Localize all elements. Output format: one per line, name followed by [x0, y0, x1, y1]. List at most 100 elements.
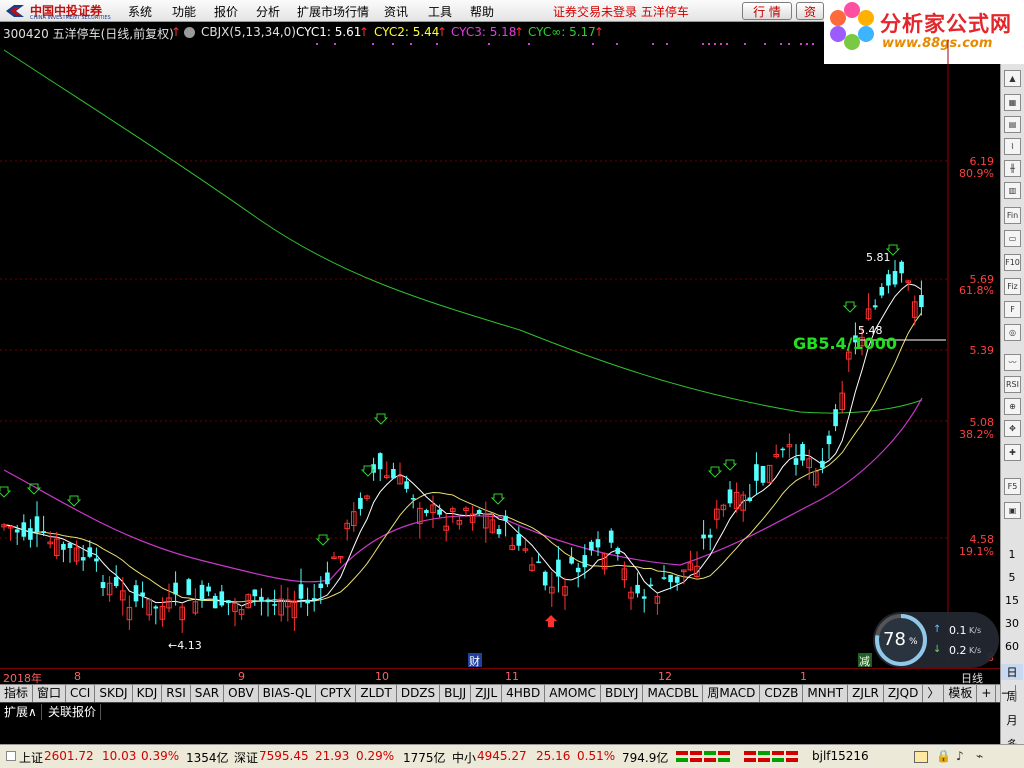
period-day[interactable]: 日	[1001, 664, 1023, 680]
f-icon[interactable]: F	[1004, 301, 1021, 318]
buy-arrow-icon	[66, 495, 82, 507]
network-speed-widget[interactable]: 78 % ↑ 0.1 K/s ↓ 0.2 K/s	[873, 612, 999, 668]
info-button[interactable]: 资	[796, 2, 824, 20]
network-icon[interactable]: ⌁	[976, 749, 983, 763]
candle-body	[226, 600, 231, 604]
indicator-tab-bar: 指标 窗口 CCI SKDJ KDJ RSI SAR OBV BIAS-QL CPTX ZLDT DD…	[0, 684, 1016, 702]
signal-dot	[744, 43, 746, 45]
doc-icon[interactable]: ▭	[1004, 230, 1021, 247]
indicator-tab-5[interactable]: RSI	[162, 685, 191, 702]
indicator-tab-23[interactable]: 〉	[923, 685, 945, 702]
fin-icon[interactable]: Fin	[1004, 207, 1021, 224]
axis-price-539: 5.39	[970, 344, 995, 357]
indicator-tab-1[interactable]: 窗口	[33, 685, 67, 702]
buy-arrow-icon	[490, 493, 506, 505]
chart-line-icon[interactable]: ⌇	[1004, 138, 1021, 155]
trade-login-status[interactable]: 证券交易未登录 五洋停车	[553, 3, 689, 20]
candle-body	[186, 579, 192, 595]
indicator-tab-16[interactable]: BDLYJ	[601, 685, 644, 702]
period-60min[interactable]: 60	[1001, 640, 1023, 653]
kline-icon[interactable]: ╫	[1004, 160, 1021, 177]
indicator-tab-7[interactable]: OBV	[224, 685, 259, 702]
menu-analysis[interactable]: 分析	[256, 3, 280, 20]
indicator-tab-19[interactable]: CDZB	[760, 685, 804, 702]
indicator-tab-4[interactable]: KDJ	[133, 685, 163, 702]
candle-body	[133, 585, 139, 602]
window-icon[interactable]: ▣	[1004, 502, 1021, 519]
indicator-tab-15[interactable]: AMOMC	[545, 685, 602, 702]
indicator-tab-14[interactable]: 4HBD	[502, 685, 546, 702]
sz-change: 21.93	[315, 749, 350, 763]
candle-body	[34, 516, 40, 532]
wave-icon[interactable]: 〰	[1004, 354, 1021, 371]
indicator-tab-13[interactable]: ZJJL	[471, 685, 503, 702]
menu-tools[interactable]: 工具	[428, 3, 452, 20]
period-month[interactable]: 月	[1001, 712, 1023, 728]
indicator-tab-2[interactable]: CCI	[66, 685, 96, 702]
menu-ext-market[interactable]: 扩展市场行情	[297, 3, 369, 20]
circle-icon[interactable]: ◎	[1004, 324, 1021, 341]
indicator-tab-17[interactable]: MACDBL	[643, 685, 704, 702]
fiz-icon[interactable]: Fiz	[1004, 278, 1021, 295]
settings-dot-icon[interactable]	[184, 27, 195, 38]
indicator-tab-9[interactable]: CPTX	[316, 685, 357, 702]
candle-body	[87, 547, 93, 557]
bars-icon[interactable]: ▥	[1004, 182, 1021, 199]
indicator-tab-21[interactable]: ZJLR	[848, 685, 884, 702]
quote-button[interactable]: 行 情	[742, 2, 792, 20]
status-menu-icon[interactable]	[6, 751, 16, 761]
indicator-tab-0[interactable]: 指标	[0, 685, 34, 702]
sh-value: 2601.72	[44, 749, 94, 763]
download-arrow-icon: ↓	[933, 644, 942, 655]
menu-function[interactable]: 功能	[172, 3, 196, 20]
zoom-icon[interactable]: ⊕	[1004, 398, 1021, 415]
kline-chart[interactable]: ←4.13 5.81 5.48 GB5.4/1000 财 减 6.19 80.9…	[0, 40, 1000, 668]
lock-icon[interactable]: 🔒	[936, 749, 951, 763]
indicator-tab-11[interactable]: DDZS	[397, 685, 441, 702]
f5-icon[interactable]: F5	[1004, 478, 1021, 495]
rsi-icon[interactable]: RSI	[1004, 376, 1021, 393]
cross-icon[interactable]: ✚	[1004, 444, 1021, 461]
candle-body	[94, 558, 99, 562]
menu-system[interactable]: 系统	[128, 3, 152, 20]
brand-title: 分析家公式网	[880, 12, 1012, 36]
period-1min[interactable]: 1	[1001, 548, 1023, 561]
indicator-tab-3[interactable]: SKDJ	[95, 685, 133, 702]
indicator-tab-10[interactable]: ZLDT	[356, 685, 397, 702]
indicator-tab-26[interactable]: −	[996, 685, 1016, 702]
menu-quote[interactable]: 报价	[214, 3, 238, 20]
signal-dot	[788, 43, 790, 45]
menu-news[interactable]: 资讯	[384, 3, 408, 20]
period-15min[interactable]: 15	[1001, 594, 1023, 607]
indicator-tab-18[interactable]: 周MACD	[703, 685, 761, 702]
indicator-tab-8[interactable]: BIAS-QL	[259, 685, 317, 702]
buy-arrow-icon	[842, 301, 858, 313]
f10-icon[interactable]: F10	[1004, 254, 1021, 271]
indicator-tab-22[interactable]: ZJQD	[884, 685, 924, 702]
indicator-name: CBJX(5,13,34,0)	[201, 25, 296, 39]
candle-body	[707, 534, 713, 538]
period-5min[interactable]: 5	[1001, 571, 1023, 584]
related-quotes-tab[interactable]: 关联报价	[44, 704, 102, 720]
signal-dot	[410, 43, 412, 45]
page-icon[interactable]: ▤	[1004, 116, 1021, 133]
indicator-tab-25[interactable]: +	[977, 685, 997, 702]
message-icon[interactable]	[914, 751, 928, 763]
toolbar-up-icon[interactable]: ▲	[1004, 70, 1021, 87]
candle-body	[899, 261, 904, 274]
indicator-tab-6[interactable]: SAR	[191, 685, 225, 702]
sound-icon[interactable]: ♪	[956, 749, 964, 763]
right-toolbar: ▲ ▦ ▤ ⌇ ╫ ▥ Fin ▭ F10 Fiz F ◎ 〰 RSI ⊕ ✥ …	[1000, 64, 1024, 751]
grid-icon[interactable]: ▦	[1004, 94, 1021, 111]
menu-help[interactable]: 帮助	[470, 3, 494, 20]
candle-body	[595, 539, 601, 548]
ext-toggle-tab[interactable]: 扩展∧	[0, 704, 42, 720]
indicator-tab-24[interactable]: 模板	[944, 685, 978, 702]
period-30min[interactable]: 30	[1001, 617, 1023, 630]
indicator-tab-12[interactable]: BLJJ	[440, 685, 472, 702]
market-breadth-bars	[676, 750, 736, 764]
move-icon[interactable]: ✥	[1004, 420, 1021, 437]
candle-body	[608, 530, 614, 543]
candle-body	[298, 584, 304, 599]
indicator-tab-20[interactable]: MNHT	[803, 685, 849, 702]
